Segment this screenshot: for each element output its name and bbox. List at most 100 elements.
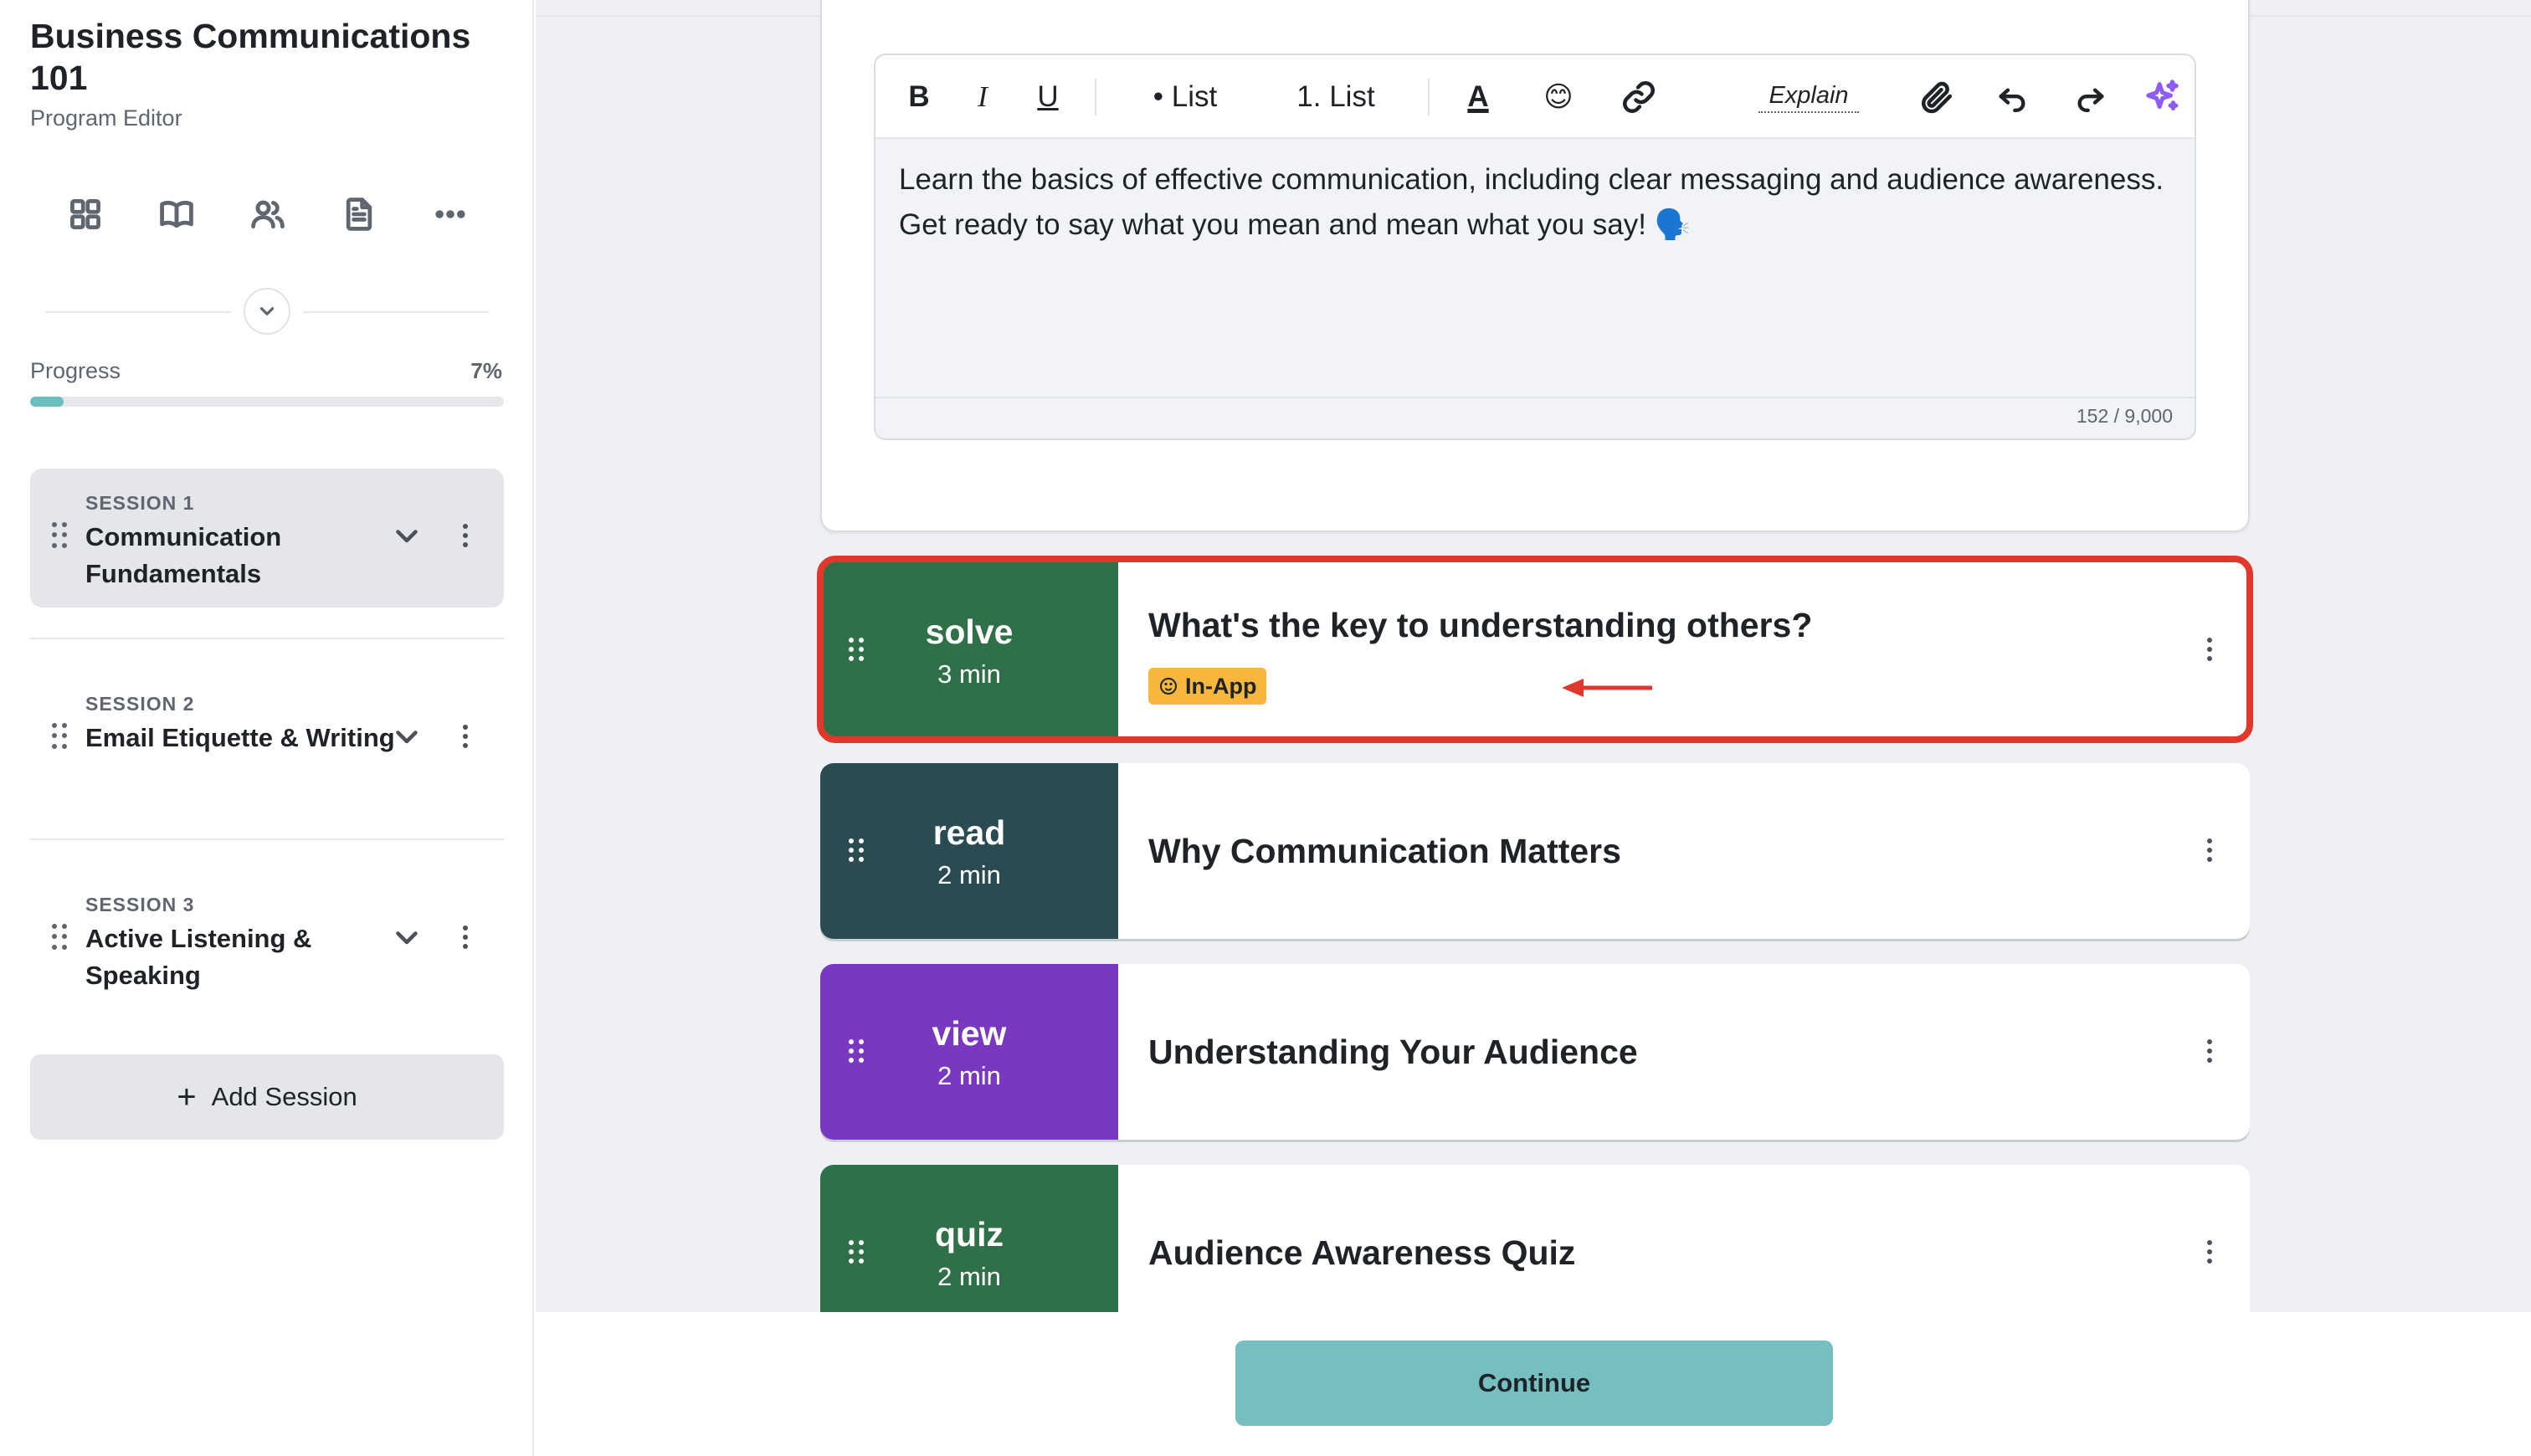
chevron-down-icon (396, 731, 418, 744)
session-item-3[interactable]: SESSION 3 Active Listening & Speaking (30, 870, 504, 1009)
step-type: view (932, 1014, 1007, 1053)
editor-footer: 152 / 9,000 (875, 397, 2195, 438)
in-app-tag: In-App (1148, 668, 1267, 705)
sidebar-collapse-row (45, 288, 489, 335)
session-expand-button[interactable] (392, 721, 422, 751)
kebab-icon (463, 524, 468, 547)
progress-bar-fill (30, 397, 64, 407)
step-menu-button[interactable] (2193, 1235, 2226, 1269)
session-label: SESSION 2 (85, 693, 195, 715)
step-duration: 2 min (937, 1061, 1001, 1090)
redo-button[interactable] (2066, 74, 2116, 120)
collapse-toggle-button[interactable] (244, 288, 290, 335)
kebab-icon (2207, 1039, 2212, 1063)
book-icon[interactable] (150, 187, 203, 241)
session-label: SESSION 1 (85, 492, 195, 514)
session-label: SESSION 3 (85, 894, 195, 915)
step-menu-button[interactable] (2193, 633, 2226, 666)
rich-text-editor[interactable]: B I U • List 1. List A 😊 Explain Learn t… (874, 54, 2196, 440)
step-card-view[interactable]: view 2 min Understanding Your Audience (820, 964, 2250, 1140)
session-item-2[interactable]: SESSION 2 Email Etiquette & Writing (30, 669, 504, 808)
step-type: solve (925, 613, 1014, 651)
document-icon[interactable] (332, 187, 386, 241)
in-app-tag-label: In-App (1185, 673, 1257, 699)
step-title: Why Communication Matters (1148, 832, 1621, 870)
grid-icon[interactable] (59, 187, 112, 241)
session-name: Email Etiquette & Writing (85, 723, 395, 752)
plus-icon: + (177, 1079, 197, 1115)
step-menu-button[interactable] (2193, 1034, 2226, 1068)
bullet-list-button[interactable]: • List (1127, 74, 1244, 120)
kebab-icon (463, 725, 468, 748)
kebab-icon (2207, 838, 2212, 862)
description-card: B I U • List 1. List A 😊 Explain Learn t… (820, 0, 2250, 532)
users-icon[interactable] (241, 187, 295, 241)
character-count: 152 / 9,000 (2076, 405, 2173, 427)
session-menu-button[interactable] (449, 519, 482, 552)
step-type-badge: view 2 min (820, 964, 1118, 1140)
program-subtitle: Program Editor (30, 105, 182, 131)
bold-button[interactable]: B (901, 74, 937, 120)
step-title: Understanding Your Audience (1148, 1033, 1638, 1071)
text-color-button[interactable]: A (1453, 74, 1503, 120)
progress-label: Progress (30, 358, 121, 383)
step-type-badge: read 2 min (820, 763, 1118, 939)
smiley-icon (1160, 678, 1177, 695)
step-card-solve[interactable]: solve 3 min What's the key to understand… (820, 562, 2250, 738)
divider (30, 638, 504, 639)
step-card-read[interactable]: read 2 min Why Communication Matters (820, 763, 2250, 939)
sidebar-nav (59, 187, 477, 241)
explain-button[interactable]: Explain (1627, 74, 1903, 120)
step-duration: 2 min (937, 1262, 1001, 1291)
ai-assist-button[interactable] (2138, 74, 2188, 120)
add-session-label: Add Session (211, 1082, 357, 1111)
numbered-list-button[interactable]: 1. List (1269, 74, 1403, 120)
editor-content[interactable]: Learn the basics of effective communicat… (899, 157, 2171, 248)
step-card-quiz[interactable]: quiz 2 min Audience Awareness Quiz (820, 1165, 2250, 1312)
session-menu-button[interactable] (449, 920, 482, 954)
step-type-badge: solve 3 min (820, 562, 1118, 738)
italic-button[interactable]: I (964, 74, 1001, 120)
session-name: Active Listening & Speaking (85, 924, 312, 990)
add-session-button[interactable]: + Add Session (30, 1054, 504, 1140)
kebab-icon (2207, 1240, 2212, 1264)
undo-button[interactable] (1987, 74, 2037, 120)
step-type: read (932, 813, 1006, 852)
sidebar: Business Communications 101 Program Edit… (0, 0, 534, 1456)
session-expand-button[interactable] (392, 922, 422, 952)
step-type: quiz (935, 1215, 1004, 1253)
attach-button[interactable] (1912, 74, 1962, 120)
annotation-arrow-icon (1562, 679, 1652, 697)
chevron-down-icon (396, 530, 418, 543)
kebab-icon (463, 925, 468, 949)
step-duration: 3 min (937, 659, 1001, 689)
progress-value: 7% (470, 358, 502, 383)
step-menu-button[interactable] (2193, 833, 2226, 867)
kebab-icon (2207, 638, 2212, 661)
sparkles-icon (2146, 79, 2179, 111)
drag-handle-icon[interactable] (52, 924, 67, 951)
step-duration: 2 min (937, 860, 1001, 889)
underline-button[interactable]: U (1029, 74, 1066, 120)
step-title: What's the key to understanding others? (1148, 606, 1813, 644)
session-menu-button[interactable] (449, 720, 482, 753)
continue-button[interactable]: Continue (1235, 1341, 1833, 1426)
session-expand-button[interactable] (392, 520, 422, 551)
editor-toolbar: B I U • List 1. List A 😊 Explain (875, 55, 2195, 139)
explain-label: Explain (1758, 82, 1859, 113)
paperclip-icon (1921, 81, 1953, 114)
undo-icon (1999, 88, 2025, 112)
emoji-button[interactable]: 😊 (1533, 74, 1584, 120)
drag-handle-icon[interactable] (52, 723, 67, 750)
step-type-badge: quiz 2 min (820, 1165, 1118, 1312)
main-content: B I U • List 1. List A 😊 Explain Learn t… (536, 0, 2531, 1312)
divider (30, 838, 504, 840)
drag-handle-icon[interactable] (52, 522, 67, 549)
session-name: Communication Fundamentals (85, 522, 282, 588)
program-title: Business Communications 101 (30, 17, 471, 97)
session-item-1[interactable]: SESSION 1 Communication Fundamentals (30, 469, 504, 608)
chevron-down-icon (259, 307, 275, 315)
redo-icon (2077, 88, 2104, 112)
more-icon[interactable] (424, 187, 477, 241)
bottom-action-bar: Continue (536, 1312, 2531, 1456)
